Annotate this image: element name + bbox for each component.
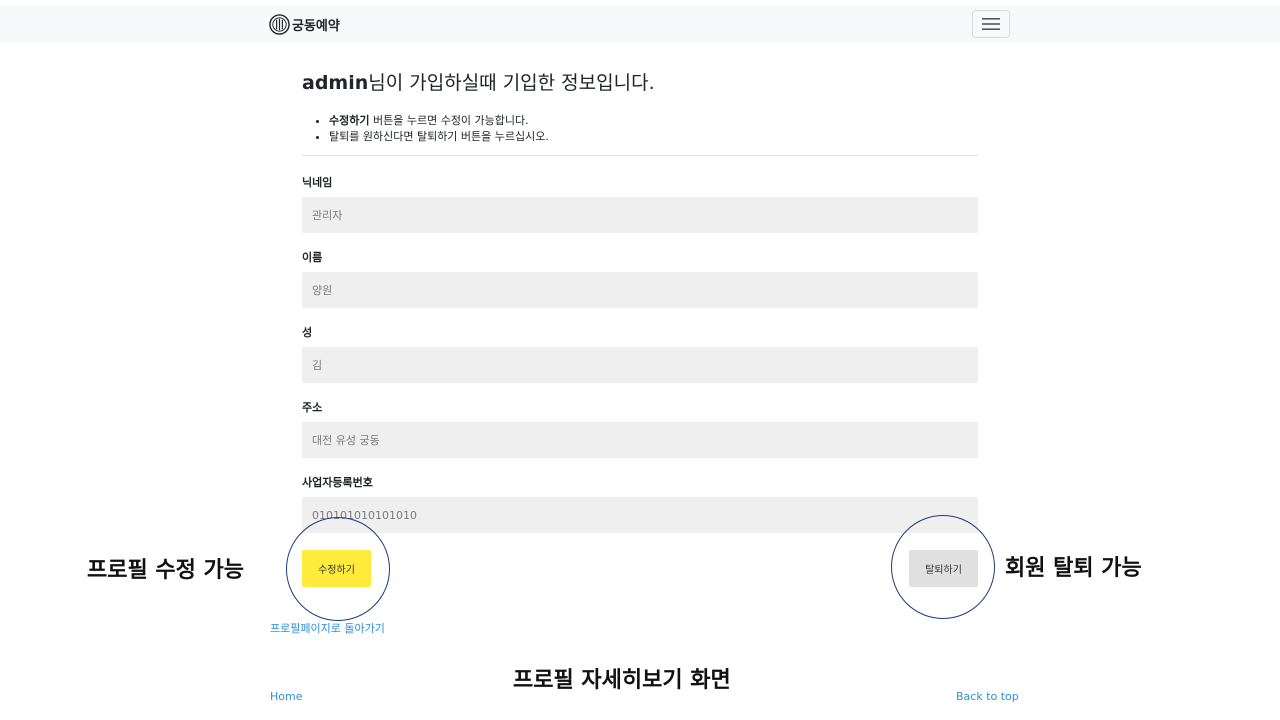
business-number-field[interactable]: 010101010101010 bbox=[302, 497, 978, 533]
instruction-text: 버튼을 누르면 수정이 가능합니다. bbox=[369, 114, 529, 127]
first-name-label: 이름 bbox=[302, 251, 323, 264]
instruction-item: 탈퇴를 원하신다면 탈퇴하기 버튼을 누르십시오. bbox=[329, 129, 549, 145]
navbar: 궁동예약 bbox=[0, 5, 1280, 43]
instruction-item: 수정하기 버튼을 누르면 수정이 가능합니다. bbox=[329, 113, 549, 129]
nickname-field[interactable]: 관리자 bbox=[302, 197, 978, 233]
brand-name: 궁동예약 bbox=[292, 18, 340, 34]
navbar-toggle-button[interactable] bbox=[972, 10, 1010, 38]
nickname-label: 닉네임 bbox=[302, 176, 333, 189]
title-suffix: 님이 가입하실때 기입한 정보입니다. bbox=[368, 72, 655, 94]
last-name-label: 성 bbox=[302, 326, 313, 339]
first-name-field[interactable]: 양원 bbox=[302, 272, 978, 308]
highlight-circle-withdraw bbox=[891, 515, 995, 619]
divider bbox=[302, 155, 978, 156]
hamburger-menu-icon bbox=[982, 18, 1000, 30]
instruction-list: 수정하기 버튼을 누르면 수정이 가능합니다. 탈퇴를 원하신다면 탈퇴하기 버… bbox=[329, 113, 549, 145]
home-link[interactable]: Home bbox=[270, 690, 302, 703]
emblem-icon bbox=[269, 13, 290, 35]
last-name-field[interactable]: 김 bbox=[302, 347, 978, 383]
page-title: admin님이 가입하실때 기입한 정보입니다. bbox=[302, 68, 655, 95]
instruction-bold: 수정하기 bbox=[329, 114, 370, 127]
title-username: admin bbox=[302, 72, 369, 94]
brand-link[interactable]: 궁동예약 bbox=[269, 13, 340, 35]
back-to-profile-link[interactable]: 프로필페이지로 돌아가기 bbox=[270, 620, 385, 636]
annotation-edit: 프로필 수정 가능 bbox=[87, 558, 244, 583]
instruction-text: 탈퇴를 원하신다면 탈퇴하기 버튼을 누르십시오. bbox=[329, 130, 549, 143]
address-field[interactable]: 대전 유성 궁동 bbox=[302, 422, 978, 458]
back-to-top-link[interactable]: Back to top bbox=[956, 690, 1019, 703]
highlight-circle-edit bbox=[286, 517, 390, 621]
annotation-withdraw: 회원 탈퇴 가능 bbox=[1005, 556, 1142, 581]
business-number-label: 사업자등록번호 bbox=[302, 476, 373, 489]
screen-caption: 프로필 자세히보기 화면 bbox=[513, 668, 731, 693]
address-label: 주소 bbox=[302, 401, 323, 414]
